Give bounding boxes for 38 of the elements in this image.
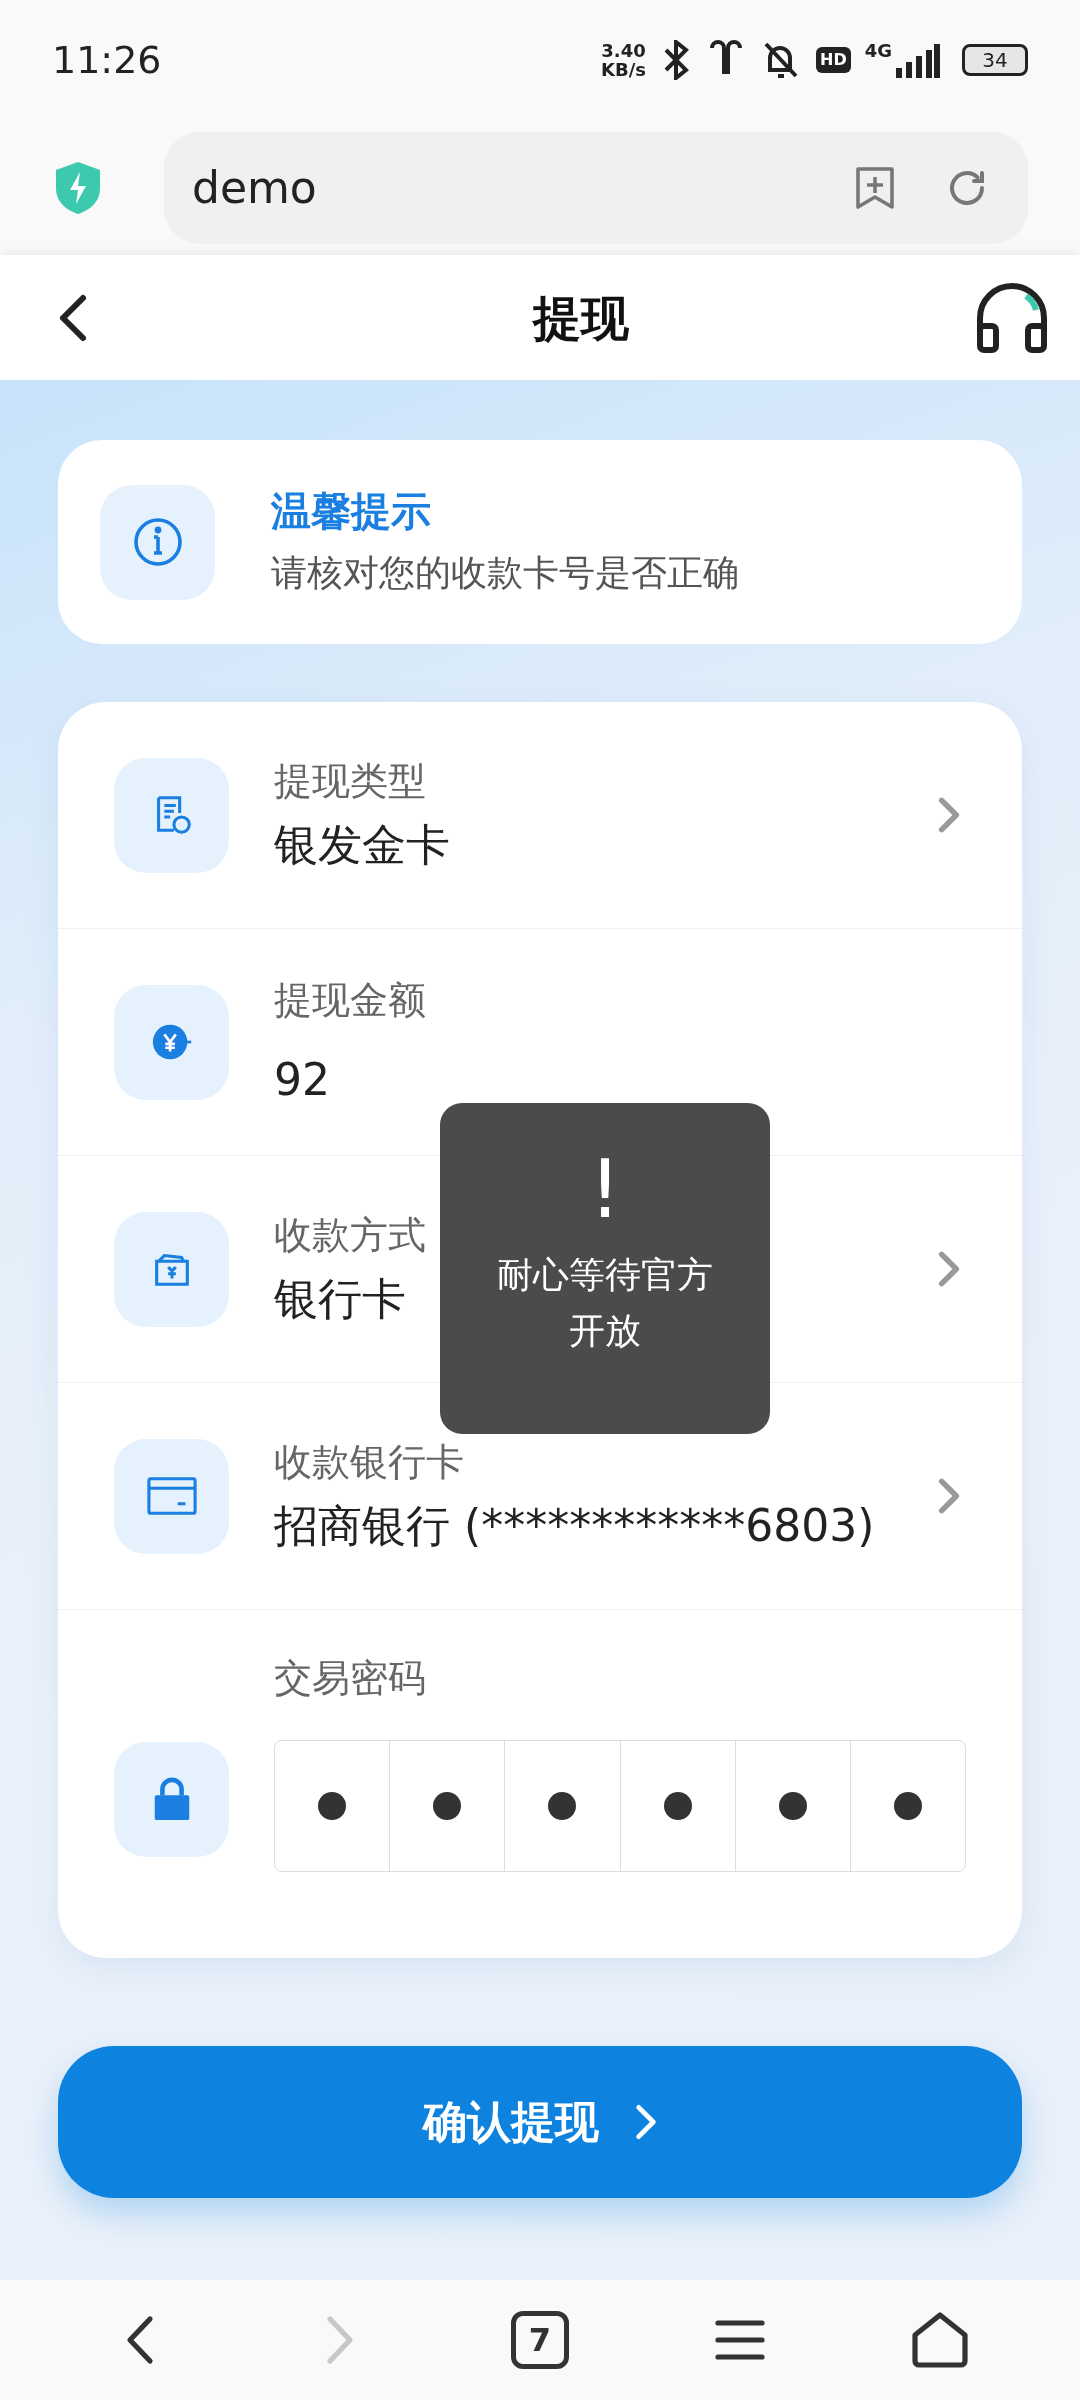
network-type: 4G: [864, 42, 892, 60]
password-field[interactable]: [274, 1740, 966, 1872]
select-row[interactable]: 提现类型 银发金卡: [58, 702, 1022, 929]
page-title: 提现: [533, 288, 629, 348]
toast-message: 耐心等待官方开放: [496, 1253, 714, 1353]
row-value: 银发金卡: [274, 818, 450, 872]
tip-text: 请核对您的收款卡号是否正确: [271, 551, 739, 595]
confirm-withdraw-button[interactable]: 确认提现: [58, 2046, 1022, 2198]
battery-indicator: 34: [962, 44, 1028, 76]
chevron-right-icon: [938, 1250, 960, 1288]
tip-title: 温馨提示: [271, 487, 432, 536]
signal-icon: [896, 44, 940, 78]
row-value: 招商银行 (************6803): [274, 1499, 875, 1553]
chevron-right-icon: [938, 796, 960, 834]
row-value: 银行卡: [274, 1272, 406, 1326]
row-label: 提现类型: [274, 758, 426, 805]
row-label: 提现金额: [274, 977, 426, 1024]
status-time: 11:26: [52, 36, 162, 84]
card-icon: [146, 1476, 197, 1516]
back-icon: [124, 2315, 156, 2365]
chevron-right-icon: [635, 2103, 657, 2141]
row-value: 92: [274, 1053, 330, 1107]
address-bar[interactable]: demo: [164, 131, 1028, 244]
net-speed: 3.40 KB/s: [601, 41, 646, 79]
tabs-counter: 7: [511, 2311, 569, 2369]
menu-icon: [714, 2317, 766, 2363]
row-label: 交易密码: [274, 1655, 427, 1702]
bookmark-add-icon[interactable]: [854, 164, 896, 211]
row-label: 收款银行卡: [274, 1439, 464, 1486]
info-icon: [132, 517, 183, 567]
tabs-nav-button[interactable]: 7: [490, 2290, 590, 2390]
headset-icon[interactable]: [974, 281, 1050, 354]
home-icon: [909, 2309, 971, 2371]
chevron-right-icon: [938, 1477, 960, 1515]
exclamation-mark: !: [588, 1145, 622, 1235]
row-label: 收款方式: [274, 1212, 426, 1259]
hd-badge: HD: [816, 47, 851, 73]
url-text: demo: [192, 160, 317, 215]
